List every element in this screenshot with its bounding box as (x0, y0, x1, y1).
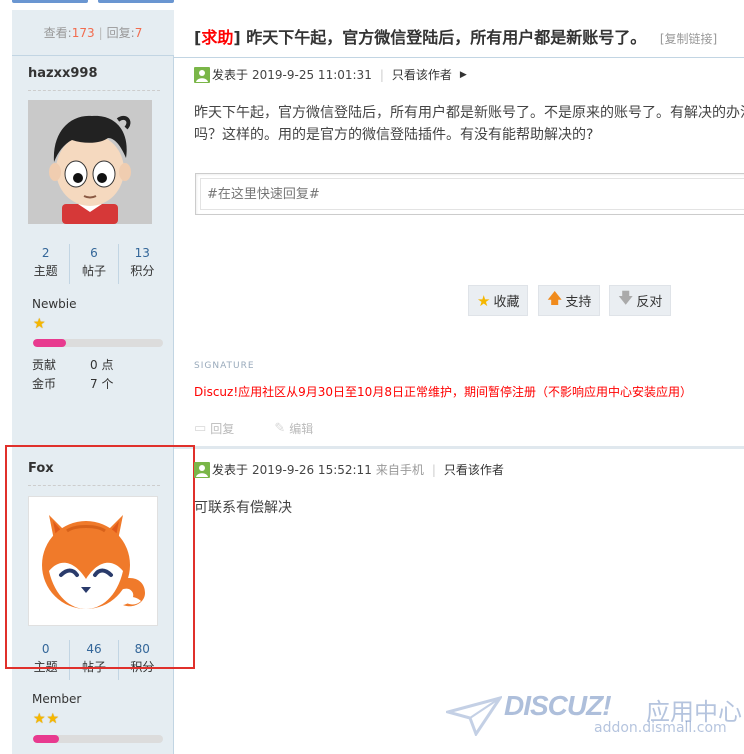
tab-fragment-left[interactable] (12, 0, 88, 3)
watermark: DISCUZ! 应用中心 addon.dismall.com (446, 690, 742, 750)
thread-stats: 查看:173 | 回复:7 (12, 10, 174, 56)
favorite-button[interactable]: ★ 收藏 (468, 285, 529, 316)
post-content: 昨天下午起，官方微信登陆后，所有用户都是新账号了。不是原来的账号了。有解决的办法… (194, 105, 744, 143)
copy-link[interactable]: [复制链接] (660, 32, 717, 46)
signature-label: SIGNATURE (194, 361, 255, 371)
user-level[interactable]: Member (32, 692, 81, 706)
reply-icon: ▭ (194, 421, 207, 436)
online-user-icon (194, 461, 210, 478)
paper-plane-icon (446, 696, 502, 736)
quick-reply-box (195, 173, 744, 215)
arrow-down-icon: 🡇 (618, 289, 634, 307)
star-icon: ★★ (33, 711, 61, 727)
highlight-annotation (5, 445, 195, 669)
reply-button[interactable]: ▭ 回复 (194, 420, 254, 437)
top-tab-strip (12, 0, 174, 3)
signature-text[interactable]: Discuz!应用社区从9月30日至10月8日正常维护，期间暂停注册（不影响应用… (194, 383, 692, 400)
title-divider (174, 57, 744, 58)
replies-count: 7 (134, 26, 143, 40)
posted-label: 发表于 (212, 68, 249, 82)
stat-posts[interactable]: 6 帖子 (69, 244, 117, 284)
edit-button[interactable]: ✎ 编辑 (274, 420, 333, 437)
oppose-button[interactable]: 🡇 反对 (609, 285, 672, 316)
level-progress-fill (33, 339, 66, 347)
star-icon: ★ (33, 316, 47, 332)
views-count: 173 (71, 26, 95, 40)
author-stats: 2 主题 6 帖子 13 积分 (22, 244, 166, 284)
pencil-icon: ✎ (274, 421, 286, 436)
star-icon: ★ (477, 291, 491, 310)
post-actions: ▭ 回复 ✎ 编辑 (194, 420, 353, 437)
arrow-up-icon: 🡅 (547, 289, 563, 307)
post-date: 2019-9-26 15:52:11 (252, 462, 372, 477)
avatar[interactable] (28, 100, 158, 230)
author-name[interactable]: hazxx998 (28, 66, 98, 81)
only-author-link[interactable]: 只看该作者 (392, 66, 452, 83)
stat-threads[interactable]: 2 主题 (22, 244, 69, 284)
watermark-brand: DISCUZ! (504, 690, 612, 721)
only-author-link[interactable]: 只看该作者 (444, 461, 504, 478)
contribution-row: 贡献 0 点 (32, 358, 114, 372)
gold-row: 金币 7 个 (32, 377, 114, 391)
support-button[interactable]: 🡅 支持 (538, 285, 601, 316)
avatar-boy-icon (28, 100, 152, 224)
author-divider (28, 90, 160, 91)
quick-reply-input[interactable] (200, 178, 744, 210)
post-meta: 发表于 2019-9-26 15:52:11 来自手机 | 只看该作者 (194, 461, 504, 478)
post-divider (174, 446, 744, 449)
post-content: 可联系有偿解决 (194, 500, 292, 516)
post-source: 来自手机 (375, 463, 424, 477)
watermark-url: addon.dismall.com (594, 720, 727, 736)
play-arrow-icon[interactable]: ▶ (460, 70, 467, 80)
post-date: 2019-9-25 11:01:31 (252, 67, 372, 82)
stat-credits[interactable]: 13 积分 (117, 244, 166, 284)
level-progress-bar (33, 735, 163, 743)
thread-title: [求助] 昨天下午起，官方微信登陆后，所有用户都是新账号了。 [复制链接] (194, 28, 718, 47)
posted-label: 发表于 (212, 463, 249, 477)
replies-label: 回复: (106, 26, 135, 40)
tab-fragment-right[interactable] (98, 0, 174, 3)
user-level[interactable]: Newbie (32, 297, 77, 311)
online-user-icon (194, 66, 210, 83)
thread-tag[interactable]: [求助] (194, 28, 241, 47)
post-meta: 发表于 2019-9-25 11:01:31 | 只看该作者 ▶ (194, 66, 467, 83)
level-progress-fill (33, 735, 59, 743)
level-progress-bar (33, 339, 163, 347)
views-label: 查看: (43, 26, 72, 40)
